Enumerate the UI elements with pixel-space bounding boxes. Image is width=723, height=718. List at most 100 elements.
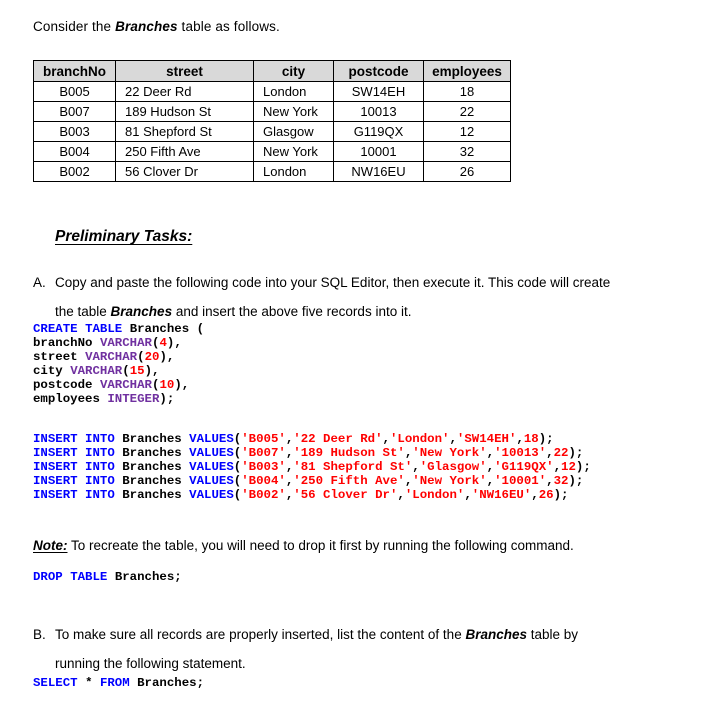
insert-comma: , <box>412 460 420 474</box>
insert-value-employees: 18 <box>523 432 539 446</box>
cell-city: New York <box>253 141 334 162</box>
create-column-line: branchNo VARCHAR(4), <box>33 336 182 350</box>
task-b-table-name: Branches <box>465 627 527 642</box>
create-open-paren: ( <box>189 322 205 336</box>
cell-postcode: G119QX <box>333 121 424 142</box>
insert-close-paren: ); <box>538 432 554 446</box>
insert-value-street: '189 Hudson St' <box>293 446 405 460</box>
cell-employees: 22 <box>423 101 511 122</box>
insert-statement-line: INSERT INTO Branches VALUES('B004','250 … <box>33 474 583 488</box>
insert-comma: , <box>382 432 390 446</box>
create-column-size: 10 <box>159 378 175 392</box>
insert-comma: , <box>464 488 472 502</box>
intro-table-name: Branches <box>115 19 178 34</box>
create-column-type: VARCHAR <box>70 364 123 378</box>
table-row: B007 189 Hudson St New York 10013 22 <box>33 101 511 122</box>
create-column-name: street <box>33 350 78 364</box>
create-column-line: street VARCHAR(20), <box>33 350 174 364</box>
note-label: Note: <box>33 538 68 553</box>
keyword-insert-into: INSERT INTO <box>33 432 115 446</box>
insert-close-paren: ); <box>568 474 584 488</box>
cell-branchno: B004 <box>33 141 116 162</box>
keyword-insert-into: INSERT INTO <box>33 488 115 502</box>
cell-city: New York <box>253 101 334 122</box>
keyword-insert-into: INSERT INTO <box>33 460 115 474</box>
cell-street: 56 Clover Dr <box>115 161 254 182</box>
select-star: * <box>85 676 93 690</box>
create-line-tail: ); <box>159 392 175 406</box>
intro-sentence: Consider the Branches table as follows. <box>33 18 280 36</box>
insert-comma: , <box>397 488 405 502</box>
insert-table-name: Branches <box>122 460 182 474</box>
cell-postcode: SW14EH <box>333 81 424 102</box>
create-size-close-paren: ) <box>159 350 167 364</box>
keyword-values: VALUES <box>189 432 234 446</box>
cell-postcode: NW16EU <box>333 161 424 182</box>
insert-value-city: 'London' <box>389 432 450 446</box>
insert-comma: , <box>531 488 539 502</box>
insert-table-name: Branches <box>122 488 182 502</box>
insert-table-name: Branches <box>122 474 182 488</box>
insert-comma: , <box>486 474 495 488</box>
keyword-create: CREATE <box>33 322 78 336</box>
create-column-type: VARCHAR <box>99 336 152 350</box>
create-line-tail: , <box>166 350 175 364</box>
keyword-table-drop: TABLE <box>70 570 108 584</box>
create-line-tail: , <box>152 364 160 378</box>
cell-postcode: 10013 <box>333 101 424 122</box>
insert-value-branchno: 'B003' <box>241 460 286 474</box>
create-column-name: postcode <box>33 378 93 392</box>
task-a-line1: Copy and paste the following code into y… <box>55 275 611 290</box>
create-table-name: Branches <box>129 322 190 336</box>
insert-value-postcode: 'SW14EH' <box>456 432 517 446</box>
insert-value-employees: 12 <box>561 460 576 474</box>
keyword-drop: DROP <box>33 570 63 584</box>
table-body: B005 22 Deer Rd London SW14EH 18 B007 189 Huds… <box>33 81 511 182</box>
insert-close-paren: ); <box>575 460 591 474</box>
insert-value-city: 'London' <box>404 488 465 502</box>
column-header-branchno: branchNo <box>33 60 116 82</box>
create-column-size: 15 <box>129 364 145 378</box>
insert-comma: , <box>486 460 495 474</box>
create-line-tail: , <box>181 378 190 392</box>
insert-value-postcode: 'NW16EU' <box>471 488 532 502</box>
insert-statement-line: INSERT INTO Branches VALUES('B005','22 D… <box>33 432 554 446</box>
cell-branchno: B003 <box>33 121 116 142</box>
create-column-name: city <box>33 364 63 378</box>
cell-city: Glasgow <box>253 121 334 142</box>
cell-employees: 32 <box>423 141 511 162</box>
branches-table: branchNo street city postcode employees … <box>33 60 511 182</box>
insert-close-paren: ); <box>568 446 584 460</box>
keyword-values: VALUES <box>189 488 234 502</box>
task-b-marker: B. <box>33 627 46 642</box>
drop-table-name: Branches; <box>114 570 182 584</box>
cell-city: London <box>253 161 334 182</box>
insert-value-employees: 26 <box>538 488 554 502</box>
create-line-tail: , <box>174 336 182 350</box>
insert-value-postcode: '10001' <box>494 474 547 488</box>
drop-table-code-block: DROP TABLE Branches; <box>33 570 182 584</box>
insert-value-branchno: 'B005' <box>241 432 286 446</box>
create-column-name: branchNo <box>33 336 93 350</box>
insert-comma: , <box>516 432 524 446</box>
insert-table-name: Branches <box>122 446 182 460</box>
cell-postcode: 10001 <box>333 141 424 162</box>
note-line: Note: To recreate the table, you will ne… <box>33 537 574 555</box>
insert-statement-line: INSERT INTO Branches VALUES('B007','189 … <box>33 446 583 460</box>
select-table-name: Branches; <box>137 676 205 690</box>
insert-comma: , <box>546 474 554 488</box>
task-b-line1-before: To make sure all records are properly in… <box>55 627 466 642</box>
insert-value-employees: 32 <box>553 474 569 488</box>
insert-value-branchno: 'B007' <box>241 446 286 460</box>
keyword-select: SELECT <box>33 676 78 690</box>
keyword-insert-into: INSERT INTO <box>33 446 115 460</box>
insert-statements-code-block: INSERT INTO Branches VALUES('B005','22 D… <box>33 432 591 502</box>
keyword-insert-into: INSERT INTO <box>33 474 115 488</box>
column-header-postcode: postcode <box>333 60 424 82</box>
insert-close-paren: ); <box>553 488 569 502</box>
cell-street: 81 Shepford St <box>115 121 254 142</box>
create-column-type: VARCHAR <box>99 378 152 392</box>
preliminary-tasks-heading: Preliminary Tasks: <box>55 228 193 245</box>
cell-branchno: B007 <box>33 101 116 122</box>
create-column-size: 20 <box>144 350 160 364</box>
